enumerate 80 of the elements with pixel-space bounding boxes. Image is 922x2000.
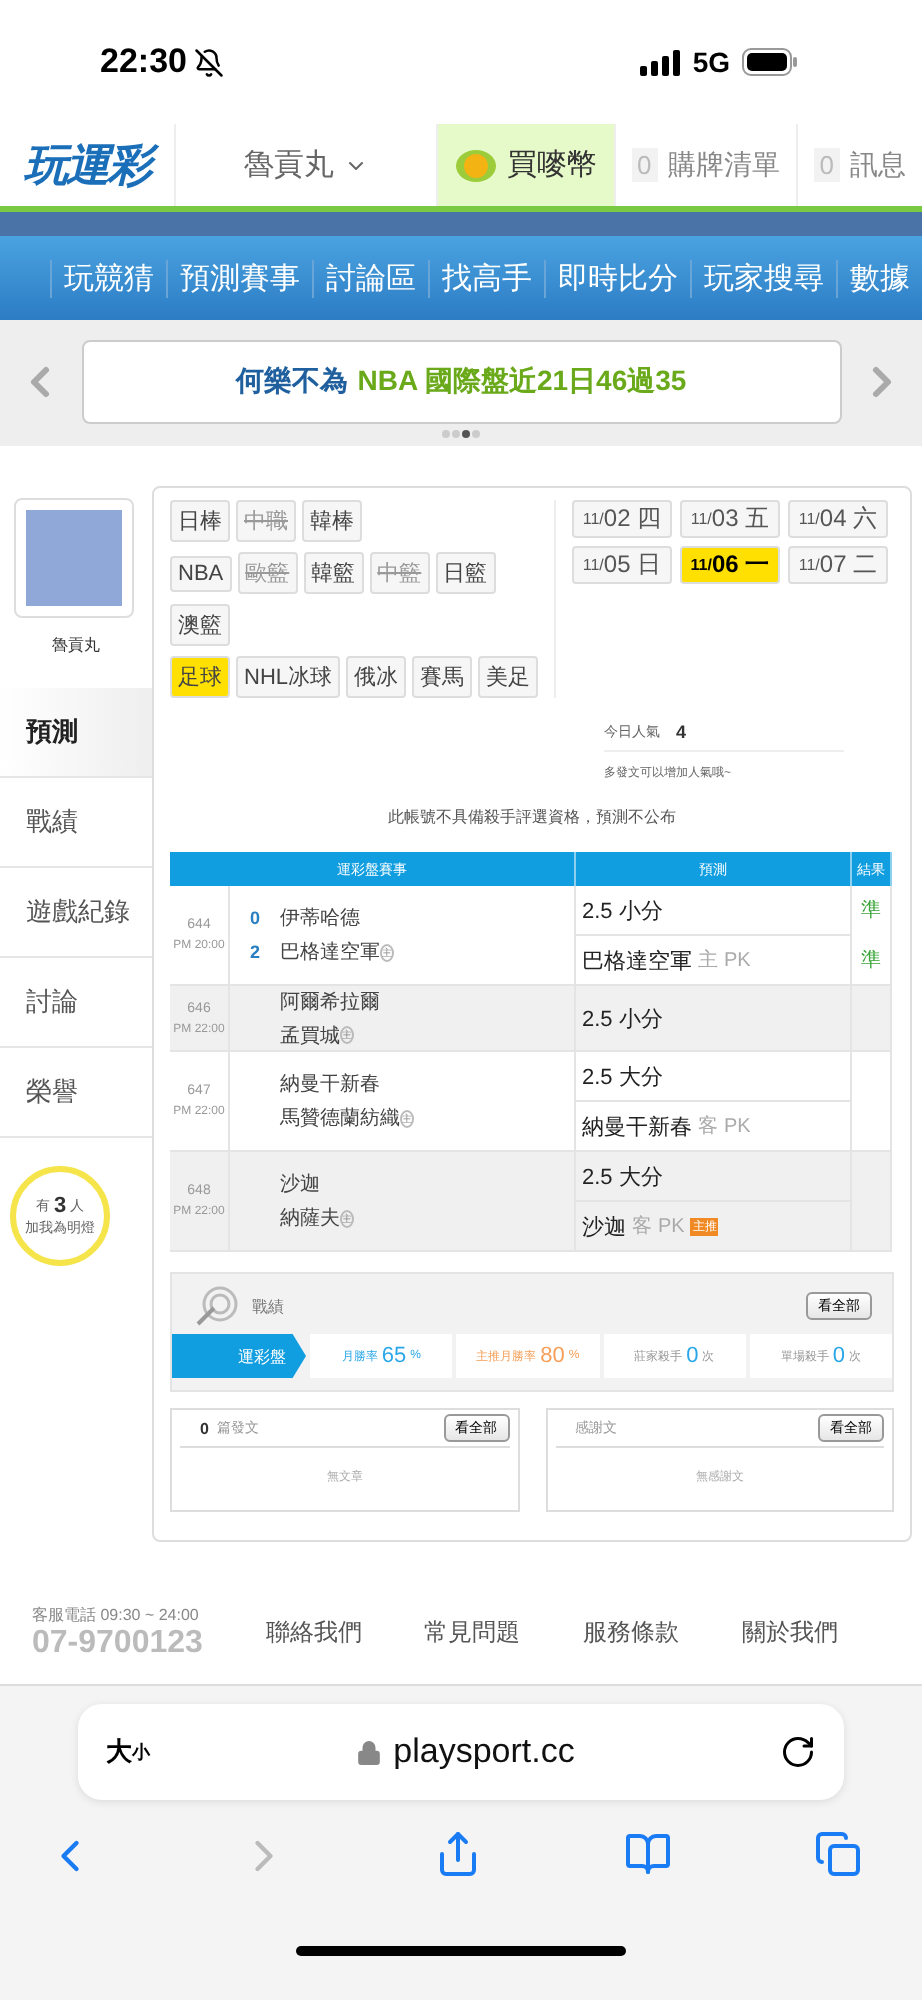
sport-filter[interactable]: 日棒: [170, 500, 230, 542]
team-score: 0: [250, 908, 260, 928]
result-mark: 準: [861, 947, 881, 974]
prediction-line: PK: [724, 1115, 751, 1137]
prediction-pick: 納曼干新春: [582, 1113, 692, 1141]
date-tab[interactable]: 11/04 六: [788, 500, 888, 538]
avatar-placeholder: [26, 510, 122, 606]
team-name: 馬贊德蘭紡織: [280, 1105, 400, 1132]
url-text: playsport.cc: [393, 1732, 575, 1772]
bell-off-icon: [194, 47, 225, 77]
prediction-line: PK: [724, 949, 751, 971]
team-name: 孟買城: [280, 1023, 340, 1049]
stat-value: 80: [540, 1344, 565, 1368]
result-mark: 準: [861, 898, 881, 925]
sport-filter[interactable]: NHL冰球: [236, 656, 341, 698]
sport-filter[interactable]: 賽馬: [412, 656, 473, 698]
footer-link[interactable]: 服務條款: [583, 1616, 680, 1650]
prediction-line: PK: [658, 1215, 685, 1237]
prediction-pick: 2.5 大分: [582, 1063, 663, 1091]
target-icon: [196, 1286, 240, 1326]
sport-filter[interactable]: 足球: [170, 656, 230, 698]
footer-link[interactable]: 關於我們: [741, 1616, 838, 1650]
sport-filter[interactable]: NBA: [170, 555, 232, 591]
service-hours: 客服電話 09:30 ~ 24:00: [32, 1604, 201, 1626]
battery-icon: [742, 48, 798, 76]
carousel-dot[interactable]: [442, 430, 450, 438]
footer-link[interactable]: 聯絡我們: [265, 1616, 362, 1650]
reload-icon[interactable]: [779, 1734, 816, 1770]
sport-filter[interactable]: 俄冰: [346, 656, 407, 698]
status-time: 22:30: [100, 42, 187, 82]
team-name: 伊蒂哈德: [280, 905, 360, 932]
notice-text: 此帳號不具備殺手評選資格，預測不公布: [388, 806, 676, 828]
phone-number: 07-9700123: [32, 1626, 203, 1662]
sport-filter[interactable]: 澳籃: [170, 604, 230, 646]
date-tab[interactable]: 11/07 二: [788, 546, 888, 584]
lock-icon: [355, 1739, 382, 1765]
stat-value: 0: [832, 1344, 845, 1368]
sport-filter[interactable]: 美足: [478, 656, 539, 698]
prediction-side: 客: [698, 1113, 718, 1140]
posts-count: 0: [200, 1419, 209, 1437]
coin-icon: [453, 147, 498, 183]
profile-name: 魯貢丸: [50, 634, 102, 656]
promo-banner[interactable]: 何樂不為 NBA 國際盤近21日46過35: [81, 340, 841, 424]
date-tab[interactable]: 11/02 四: [572, 500, 672, 538]
prediction-pick: 2.5 小分: [582, 897, 663, 925]
network-label: 5G: [692, 46, 730, 78]
team-name: 阿爾希拉爾: [280, 989, 380, 1015]
team-name: 巴格達空軍: [280, 939, 380, 966]
date-tab[interactable]: 11/03 五: [680, 500, 780, 538]
prediction-pick: 沙迦: [582, 1213, 626, 1241]
prediction-pick: 2.5 大分: [582, 1163, 663, 1191]
carousel-dot[interactable]: [452, 430, 460, 438]
bookmarks-icon[interactable]: [623, 1830, 672, 1878]
prediction-pick: 巴格達空軍: [582, 947, 692, 975]
sport-filter[interactable]: 日籃: [435, 552, 496, 594]
date-tab[interactable]: 11/05 日: [572, 546, 672, 584]
popularity-value: 4: [676, 722, 687, 742]
carousel-dot[interactable]: [462, 430, 470, 438]
prediction-side: 主: [698, 947, 718, 974]
team-name: 納曼干新春: [280, 1071, 380, 1098]
team-name: 沙迦: [280, 1171, 320, 1198]
tabs-icon[interactable]: [814, 1830, 862, 1878]
buy-coin-button[interactable]: 買嘜幣: [437, 124, 616, 206]
date-tab[interactable]: 11/06 一: [680, 546, 780, 584]
signal-icon: [640, 49, 681, 75]
sport-filter[interactable]: 韓棒: [302, 500, 362, 542]
prediction-side: 客: [632, 1213, 652, 1240]
carousel-dot[interactable]: [472, 430, 480, 438]
text-size-button[interactable]: 大小: [106, 1734, 150, 1770]
prediction-pick: 2.5 小分: [582, 1005, 663, 1033]
team-name: 納薩夫: [280, 1205, 340, 1232]
stat-value: 65: [381, 1344, 407, 1368]
site-logo[interactable]: 玩運彩: [16, 137, 158, 193]
address-bar[interactable]: 大小 playsport.cc: [78, 1704, 844, 1800]
record-title: 戰績: [252, 1295, 284, 1317]
team-score: 2: [250, 942, 260, 962]
sport-filter[interactable]: 韓籃: [303, 552, 364, 594]
side-tab[interactable]: 預測: [0, 688, 152, 778]
stat-value: 0: [686, 1344, 699, 1368]
footer-link[interactable]: 常見問題: [424, 1616, 521, 1650]
